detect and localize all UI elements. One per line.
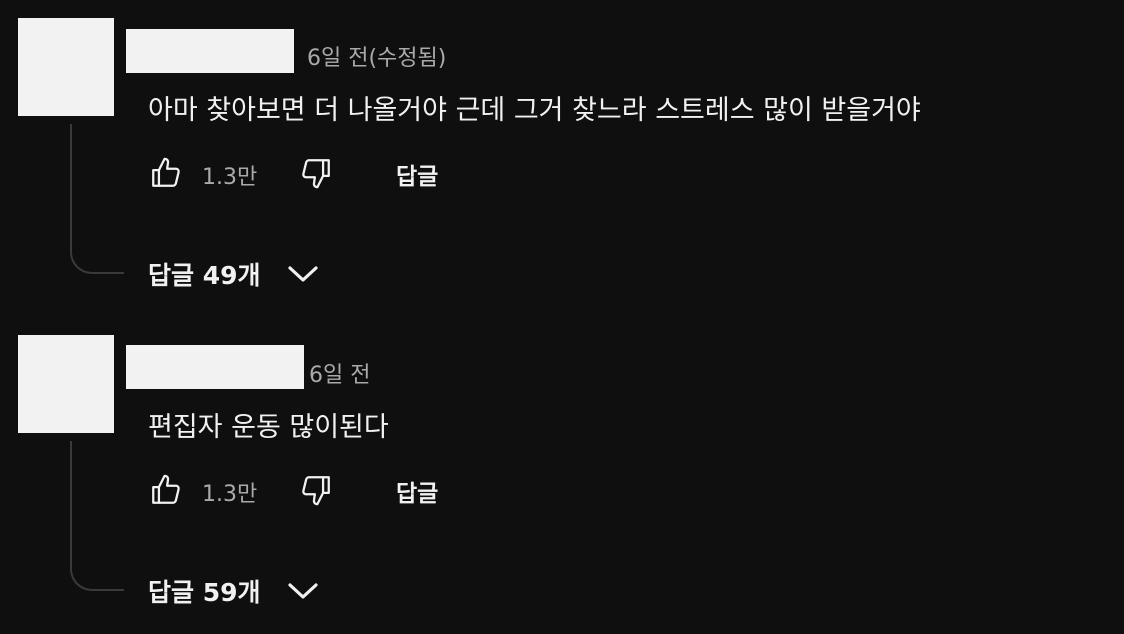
replies-count-label: 답글 59개 [148, 578, 261, 607]
like-button[interactable] [148, 470, 184, 510]
dislike-button[interactable] [298, 470, 334, 510]
author-name-redacted[interactable] [126, 345, 304, 389]
chevron-down-icon [287, 581, 319, 601]
avatar[interactable] [18, 335, 114, 433]
comment-text: 편집자 운동 많이된다 [148, 412, 389, 443]
thumbs-down-icon [302, 476, 330, 506]
avatar[interactable] [18, 18, 114, 116]
view-replies-button[interactable]: 답글 59개 [148, 569, 319, 613]
comment-timestamp[interactable]: 6일 전(수정됨) [307, 40, 446, 72]
view-replies-button[interactable]: 답글 49개 [148, 252, 319, 296]
comment-actions: 1.3만 답글 [148, 153, 468, 193]
like-button[interactable] [148, 153, 184, 193]
comment-thread: 6일 전 편집자 운동 많이된다 1.3만 답글 답글 59개 [0, 317, 1124, 634]
thumbs-down-icon [302, 159, 330, 189]
reply-button[interactable]: 답글 [396, 157, 438, 191]
dislike-button[interactable] [298, 153, 334, 193]
comment-timestamp[interactable]: 6일 전 [309, 357, 370, 389]
thumbs-up-icon [152, 474, 180, 504]
thread-connector-line [70, 441, 124, 591]
thread-connector-line [70, 124, 124, 274]
comment-actions: 1.3만 답글 [148, 470, 468, 510]
chevron-down-icon [287, 264, 319, 284]
comment-text: 아마 찾아보면 더 나올거야 근데 그거 찾느라 스트레스 많이 받을거야 [148, 95, 921, 126]
author-name-redacted[interactable] [126, 29, 294, 73]
replies-count-label: 답글 49개 [148, 261, 261, 290]
reply-button[interactable]: 답글 [396, 474, 438, 508]
thumbs-up-icon [152, 157, 180, 187]
like-count: 1.3만 [202, 482, 258, 507]
like-count: 1.3만 [202, 165, 258, 190]
comment-thread: 6일 전(수정됨) 아마 찾아보면 더 나올거야 근데 그거 찾느라 스트레스 … [0, 0, 1124, 317]
